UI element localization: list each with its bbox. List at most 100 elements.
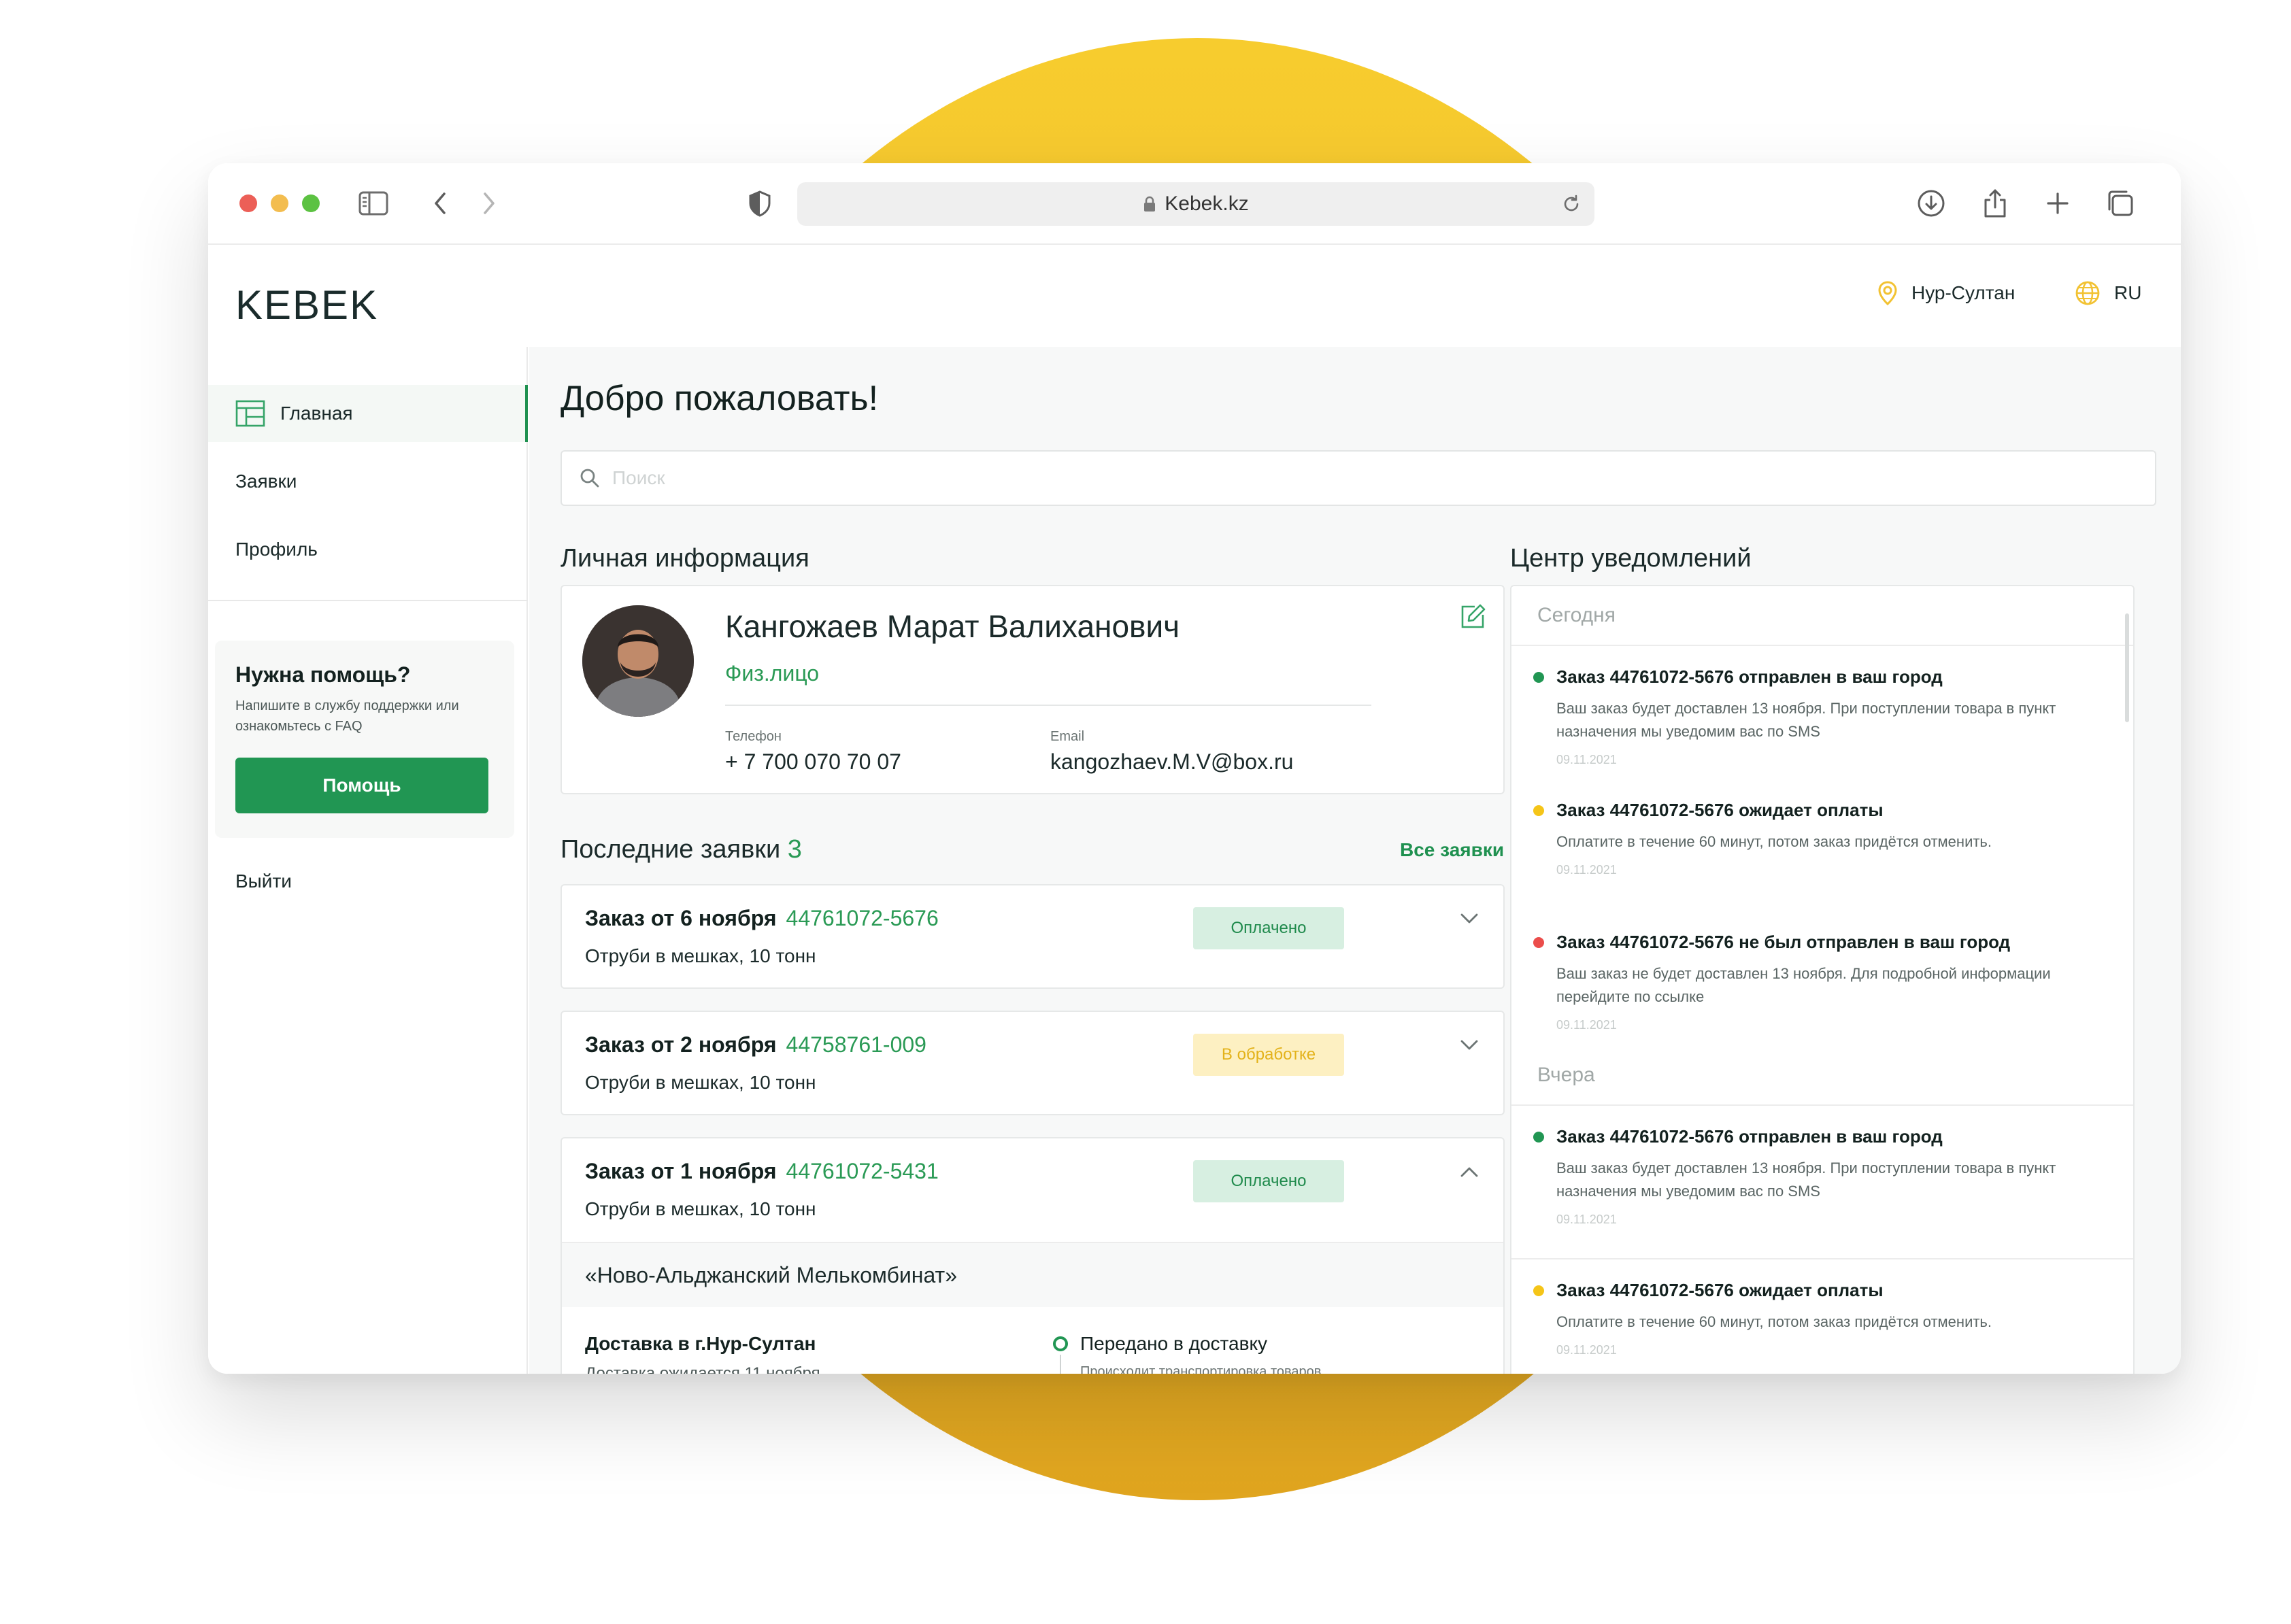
profile-divider [725,705,1371,706]
search-input[interactable] [612,467,1973,489]
dashboard-icon [235,400,265,427]
chevron-down-icon[interactable] [1460,1039,1479,1051]
supplier-name: «Ново-Альджанский Мелькомбинат» [562,1242,1503,1307]
browser-toolbar: Kebek.kz [208,163,2181,245]
main-content: Добро пожаловать! Личная информация [529,347,2181,1374]
notifications-panel: Сегодня Заказ 44761072-5676 отправлен в … [1510,585,2135,1374]
app-header: KEBEK Нур-Султан RU [208,245,2181,347]
city-selector[interactable]: Нур-Султан [1877,280,2015,306]
notification-date: 09.11.2021 [1556,1213,1617,1226]
address-bar[interactable]: Kebek.kz [797,182,1594,226]
location-pin-icon [1878,281,1897,306]
orders-title: Последние заявки 3 [561,835,802,864]
edit-icon[interactable] [1458,603,1487,635]
sidebar-item-orders[interactable]: Заявки [208,453,528,510]
search-box[interactable] [561,450,2156,506]
logo[interactable]: KEBEK [235,282,378,328]
new-tab-icon[interactable] [2042,188,2073,219]
tabs-overview-icon[interactable] [2105,188,2136,219]
help-box: Нужна помощь? Напишите в службу поддержк… [215,641,514,838]
delivery-status: Передано в доставку [1053,1333,1267,1355]
notification-title: Заказ 44761072-5676 не был отправлен в в… [1556,932,2011,952]
status-dot [1533,805,1544,816]
notification-date: 09.11.2021 [1556,1343,1617,1357]
notification-item[interactable]: Заказ 44761072-5676 отправлен в ваш горо… [1533,1126,2105,1227]
orders-count: 3 [787,835,802,864]
status-dot [1533,1285,1544,1296]
help-button[interactable]: Помощь [235,758,488,813]
browser-window: Kebek.kz KEBEK Нур-Султан RU Главная Зая… [208,163,2181,1374]
stage: Kebek.kz KEBEK Нур-Султан RU Главная Зая… [0,0,2291,1624]
order-id[interactable]: 44761072-5431 [786,1159,939,1183]
today-header: Сегодня [1511,586,2133,646]
email-value: kangozhaev.M.V@box.ru [1050,749,1294,774]
order-id[interactable]: 44758761-009 [786,1032,926,1057]
order-card[interactable]: Заказ от 6 ноября 44761072-5676 Отруби в … [561,884,1505,989]
notification-item[interactable]: Заказ 44761072-5676 ожидает оплаты Оплат… [1533,800,2105,877]
globe-icon [2075,281,2100,305]
notification-text: Оплатите в течение 60 минут, потом заказ… [1556,833,1992,850]
notifications-scrollbar[interactable] [2125,613,2129,722]
order-title: Заказ от 6 ноября 44761072-5676 [585,906,939,931]
help-text: Напишите в службу поддержки или ознакомь… [235,698,459,734]
status-dot [1533,671,1544,683]
profile-card: Кангожаев Марат Валиханович Физ.лицо Тел… [561,585,1505,794]
profile-type: Физ.лицо [725,661,820,686]
minimize-window-button[interactable] [271,194,288,212]
yesterday-header: Вчера [1511,1046,2133,1106]
notifications-title: Центр уведомлений [1510,544,1752,573]
reload-icon[interactable] [1560,193,1582,215]
sidebar-divider [208,600,528,601]
status-dot [1533,1131,1544,1143]
language-selector[interactable]: RU [2075,280,2141,306]
notification-item[interactable]: Заказ 44761072-5676 ожидает оплаты Оплат… [1533,1280,2105,1357]
notification-item[interactable]: Заказ 44761072-5676 не был отправлен в в… [1533,932,2105,1032]
sidebar: Главная Заявки Профиль Нужна помощь? Нап… [208,347,528,1374]
status-dot [1533,936,1544,948]
order-card-expanded[interactable]: Заказ от 1 ноября 44761072-5431 Отруби в … [561,1137,1505,1374]
notification-date: 09.11.2021 [1556,863,1617,877]
city-label: Нур-Султан [1911,282,2016,303]
notification-text: Ваш заказ будет доставлен 13 ноября. При… [1556,700,2056,740]
sidebar-item-label: Заявки [235,471,297,492]
status-badge: Оплачено [1193,907,1344,949]
chevron-up-icon[interactable] [1460,1166,1479,1178]
search-icon [580,469,599,488]
order-title: Заказ от 2 ноября 44758761-009 [585,1032,926,1058]
maximize-window-button[interactable] [302,194,320,212]
download-icon[interactable] [1916,188,1947,219]
order-id[interactable]: 44761072-5676 [786,906,939,930]
order-description: Отруби в мешках, 10 тонн [585,1072,816,1093]
sidebar-item-label: Главная [280,403,353,424]
forward-icon[interactable] [473,188,505,219]
order-date: Заказ от 6 ноября [585,906,777,930]
delivery-title: Доставка в г.Нур-Султан [585,1333,816,1354]
sidebar-item-profile[interactable]: Профиль [208,521,528,578]
avatar[interactable] [582,605,694,717]
notification-text: Ваш заказ будет доставлен 13 ноября. При… [1556,1160,2056,1200]
status-badge: В обработке [1193,1034,1344,1076]
chevron-down-icon[interactable] [1460,913,1479,925]
notification-item[interactable]: Заказ 44761072-5676 отправлен в ваш горо… [1533,666,2105,767]
sidebar-item-home[interactable]: Главная [208,385,528,442]
all-orders-link[interactable]: Все заявки [1400,839,1504,861]
lock-icon [1144,196,1156,212]
profile-name: Кангожаев Марат Валиханович [725,609,1180,644]
notification-text: Оплатите в течение 60 минут, потом заказ… [1556,1313,1992,1330]
status-title: Передано в доставку [1080,1333,1268,1354]
shield-icon[interactable] [744,188,775,219]
order-date: Заказ от 2 ноября [585,1032,777,1057]
page-title: Добро пожаловать! [561,379,879,418]
close-window-button[interactable] [239,194,257,212]
phone-label: Телефон [725,729,782,744]
sidebar-item-label: Профиль [235,539,318,560]
language-label: RU [2114,282,2142,303]
back-icon[interactable] [424,188,456,219]
logout-link[interactable]: Выйти [235,870,292,892]
order-card[interactable]: Заказ от 2 ноября 44758761-009 Отруби в м… [561,1011,1505,1115]
notification-date: 09.11.2021 [1556,753,1617,766]
timeline-line [1060,1355,1061,1374]
notification-divider [1511,1258,2133,1259]
sidebar-toggle-icon[interactable] [358,188,389,219]
share-icon[interactable] [1979,188,2011,219]
